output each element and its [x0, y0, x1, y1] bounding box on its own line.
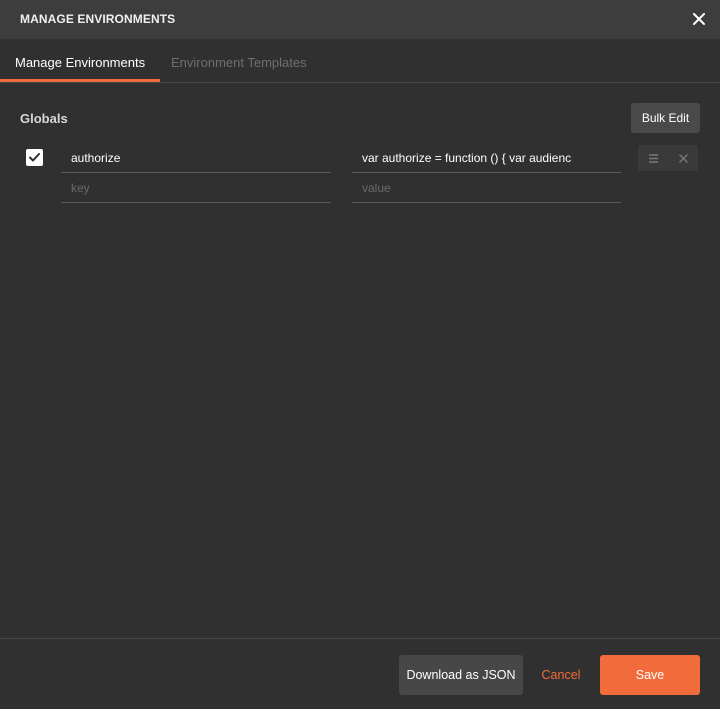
modal-header: MANAGE ENVIRONMENTS [0, 0, 720, 39]
variable-value-input[interactable]: var authorize = function () { var audien… [352, 144, 621, 173]
new-key-input[interactable]: key [61, 174, 331, 203]
row-delete-button[interactable] [668, 145, 698, 171]
bulk-edit-button[interactable]: Bulk Edit [631, 103, 700, 133]
row-actions [638, 145, 698, 171]
close-icon [693, 13, 705, 25]
close-button[interactable] [686, 6, 712, 32]
close-icon [678, 153, 688, 163]
download-json-button[interactable]: Download as JSON [399, 655, 523, 695]
tab-manage-environments[interactable]: Manage Environments [0, 39, 161, 82]
modal-title: MANAGE ENVIRONMENTS [20, 12, 176, 26]
save-button[interactable]: Save [600, 655, 700, 695]
new-value-input[interactable]: value [352, 174, 621, 203]
variable-enabled-checkbox[interactable] [26, 149, 43, 166]
globals-heading: Globals [20, 111, 68, 126]
checkmark-icon [29, 153, 40, 162]
variable-key-input[interactable]: authorize [61, 144, 331, 173]
tab-environment-templates[interactable]: Environment Templates [156, 39, 322, 82]
footer-divider [0, 638, 720, 639]
hamburger-icon [648, 153, 658, 163]
row-menu-button[interactable] [638, 145, 668, 171]
manage-environments-modal: MANAGE ENVIRONMENTS Manage Environments … [0, 0, 720, 709]
cancel-button[interactable]: Cancel [535, 655, 587, 695]
tab-bar: Manage Environments Environment Template… [0, 39, 720, 83]
